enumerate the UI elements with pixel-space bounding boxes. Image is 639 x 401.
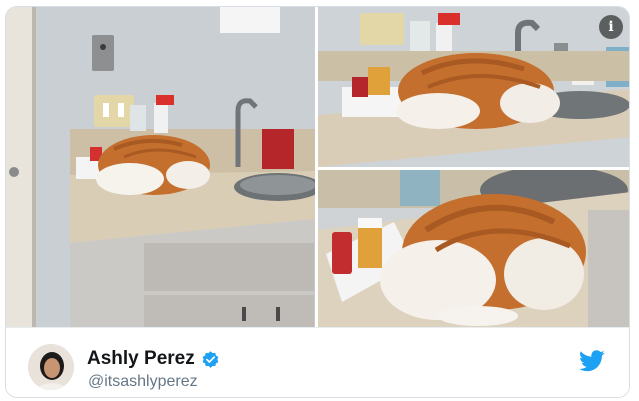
- info-icon[interactable]: i: [599, 15, 623, 39]
- photo-cat-on-counter-wide[interactable]: [6, 7, 315, 327]
- author-handle[interactable]: @itsashlyperez: [88, 373, 198, 391]
- tweet-embed-card: i Ashly Perez @itsashlyperez: [5, 6, 630, 398]
- tweet-author-bar: Ashly Perez @itsashlyperez: [6, 327, 629, 397]
- photo-cat-on-counter-closeup[interactable]: [318, 170, 629, 327]
- author-name-row[interactable]: Ashly Perez: [87, 348, 220, 370]
- photo-gallery: i: [6, 7, 629, 327]
- avatar[interactable]: [28, 344, 74, 390]
- verified-badge-icon: [202, 350, 219, 368]
- photo-cat-on-counter-side[interactable]: i: [318, 7, 629, 167]
- author-name[interactable]: Ashly Perez: [87, 348, 195, 370]
- twitter-bird-icon[interactable]: [579, 350, 605, 372]
